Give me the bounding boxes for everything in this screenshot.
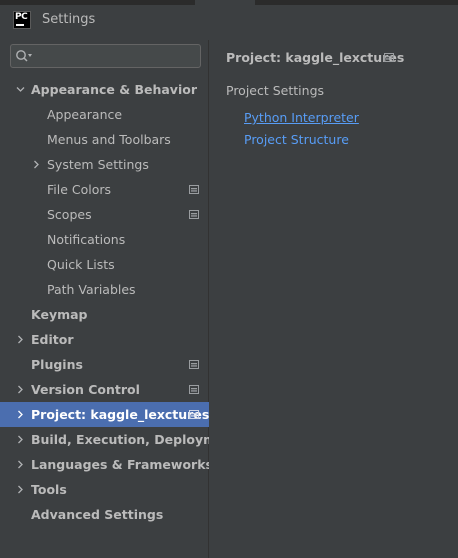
settings-tree: Appearance & Behavior Appearance Menus and…: [0, 77, 239, 527]
sidebar-item-label: Scopes: [47, 207, 92, 222]
sidebar-item-label: System Settings: [47, 157, 149, 172]
chevron-right-icon[interactable]: [16, 410, 25, 419]
settings-window: PC Settings Appearance & Behavior Appeara…: [0, 0, 458, 558]
chevron-right-icon[interactable]: [16, 385, 25, 394]
sidebar-item-label: Appearance & Behavior: [31, 82, 197, 97]
chevron-right-icon[interactable]: [16, 435, 25, 444]
search-field[interactable]: [10, 44, 201, 68]
sidebar-item-label: Appearance: [47, 107, 123, 122]
sidebar-item-plugins[interactable]: Plugins: [0, 352, 209, 377]
project-level-icon: [189, 410, 199, 419]
sidebar-item-label: Languages & Frameworks: [31, 457, 213, 472]
page-title: Project: kaggle_lexctures: [226, 50, 405, 65]
sidebar-item-editor[interactable]: Editor: [0, 327, 209, 352]
sidebar-item-tools[interactable]: Tools: [0, 477, 209, 502]
search-icon: [16, 50, 32, 62]
sidebar-item-languages-frameworks[interactable]: Languages & Frameworks: [0, 452, 213, 477]
main-panel: Project: kaggle_lexctures Project Settin…: [209, 40, 458, 558]
sidebar-item-label: Path Variables: [47, 282, 136, 297]
title-bar: PC Settings: [0, 0, 458, 40]
sidebar-item-label: Editor: [31, 332, 74, 347]
sidebar-item-label: Tools: [31, 482, 67, 497]
pycharm-logo-icon: PC: [13, 11, 31, 29]
sidebar-item-label: Advanced Settings: [31, 507, 164, 522]
settings-sidebar: Appearance & Behavior Appearance Menus and…: [0, 40, 239, 558]
sidebar-item-appearance[interactable]: Appearance: [0, 102, 209, 127]
sidebar-item-scopes[interactable]: Scopes: [0, 202, 209, 227]
chevron-right-icon[interactable]: [16, 335, 25, 344]
sidebar-item-advanced-settings[interactable]: Advanced Settings: [0, 502, 209, 527]
sidebar-item-build-execution-deployment[interactable]: Build, Execution, Deployment: [0, 427, 239, 452]
sidebar-item-label: Version Control: [31, 382, 140, 397]
chevron-right-icon[interactable]: [16, 485, 25, 494]
project-level-icon: [189, 385, 199, 394]
sidebar-item-menus-and-toolbars[interactable]: Menus and Toolbars: [0, 127, 209, 152]
link-python-interpreter[interactable]: Python Interpreter: [244, 110, 359, 125]
sidebar-item-notifications[interactable]: Notifications: [0, 227, 209, 252]
search-input[interactable]: [35, 45, 195, 67]
project-level-icon: [189, 360, 199, 369]
sidebar-item-version-control[interactable]: Version Control: [0, 377, 209, 402]
sidebar-item-quick-lists[interactable]: Quick Lists: [0, 252, 209, 277]
sidebar-item-label: Keymap: [31, 307, 88, 322]
sidebar-item-label: Notifications: [47, 232, 126, 247]
link-project-structure[interactable]: Project Structure: [244, 132, 349, 147]
sidebar-item-label: Plugins: [31, 357, 83, 372]
project-level-icon: [384, 53, 394, 62]
sidebar-item-file-colors[interactable]: File Colors: [0, 177, 209, 202]
chevron-right-icon[interactable]: [32, 160, 41, 169]
top-strip: [0, 0, 458, 5]
sidebar-item-label: Project: kaggle_lexctures: [31, 407, 210, 422]
window-title: Settings: [42, 12, 96, 27]
sidebar-item-label: Quick Lists: [47, 257, 115, 272]
sidebar-item-label: File Colors: [47, 182, 112, 197]
sidebar-item-keymap[interactable]: Keymap: [0, 302, 209, 327]
chevron-right-icon[interactable]: [16, 460, 25, 469]
sidebar-item-project-kaggle-lexctures[interactable]: Project: kaggle_lexctures: [0, 402, 209, 427]
sidebar-item-label: Menus and Toolbars: [47, 132, 171, 147]
section-label-project-settings: Project Settings: [226, 83, 325, 98]
sidebar-item-path-variables[interactable]: Path Variables: [0, 277, 209, 302]
sidebar-item-system-settings[interactable]: System Settings: [0, 152, 209, 177]
project-level-icon: [189, 210, 199, 219]
project-level-icon: [189, 185, 199, 194]
chevron-down-icon[interactable]: [16, 85, 25, 94]
sidebar-item-appearance-behavior[interactable]: Appearance & Behavior: [0, 77, 209, 102]
